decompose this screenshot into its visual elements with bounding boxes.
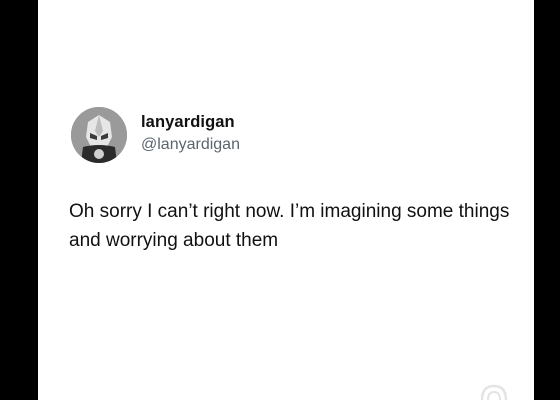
tweet-card: lanyardigan @lanyardigan Oh sorry I can’… [38,0,534,400]
tweet-text: Oh sorry I can’t right now. I’m imaginin… [69,201,510,251]
avatar[interactable] [71,107,127,163]
author-info: lanyardigan @lanyardigan [141,112,240,156]
author-display-name[interactable]: lanyardigan [141,112,240,132]
watermark-logo [478,382,510,400]
author-handle[interactable]: @lanyardigan [141,134,240,156]
screenshot-frame: lanyardigan @lanyardigan Oh sorry I can’… [0,0,560,400]
helmet-avatar-icon [71,107,127,163]
